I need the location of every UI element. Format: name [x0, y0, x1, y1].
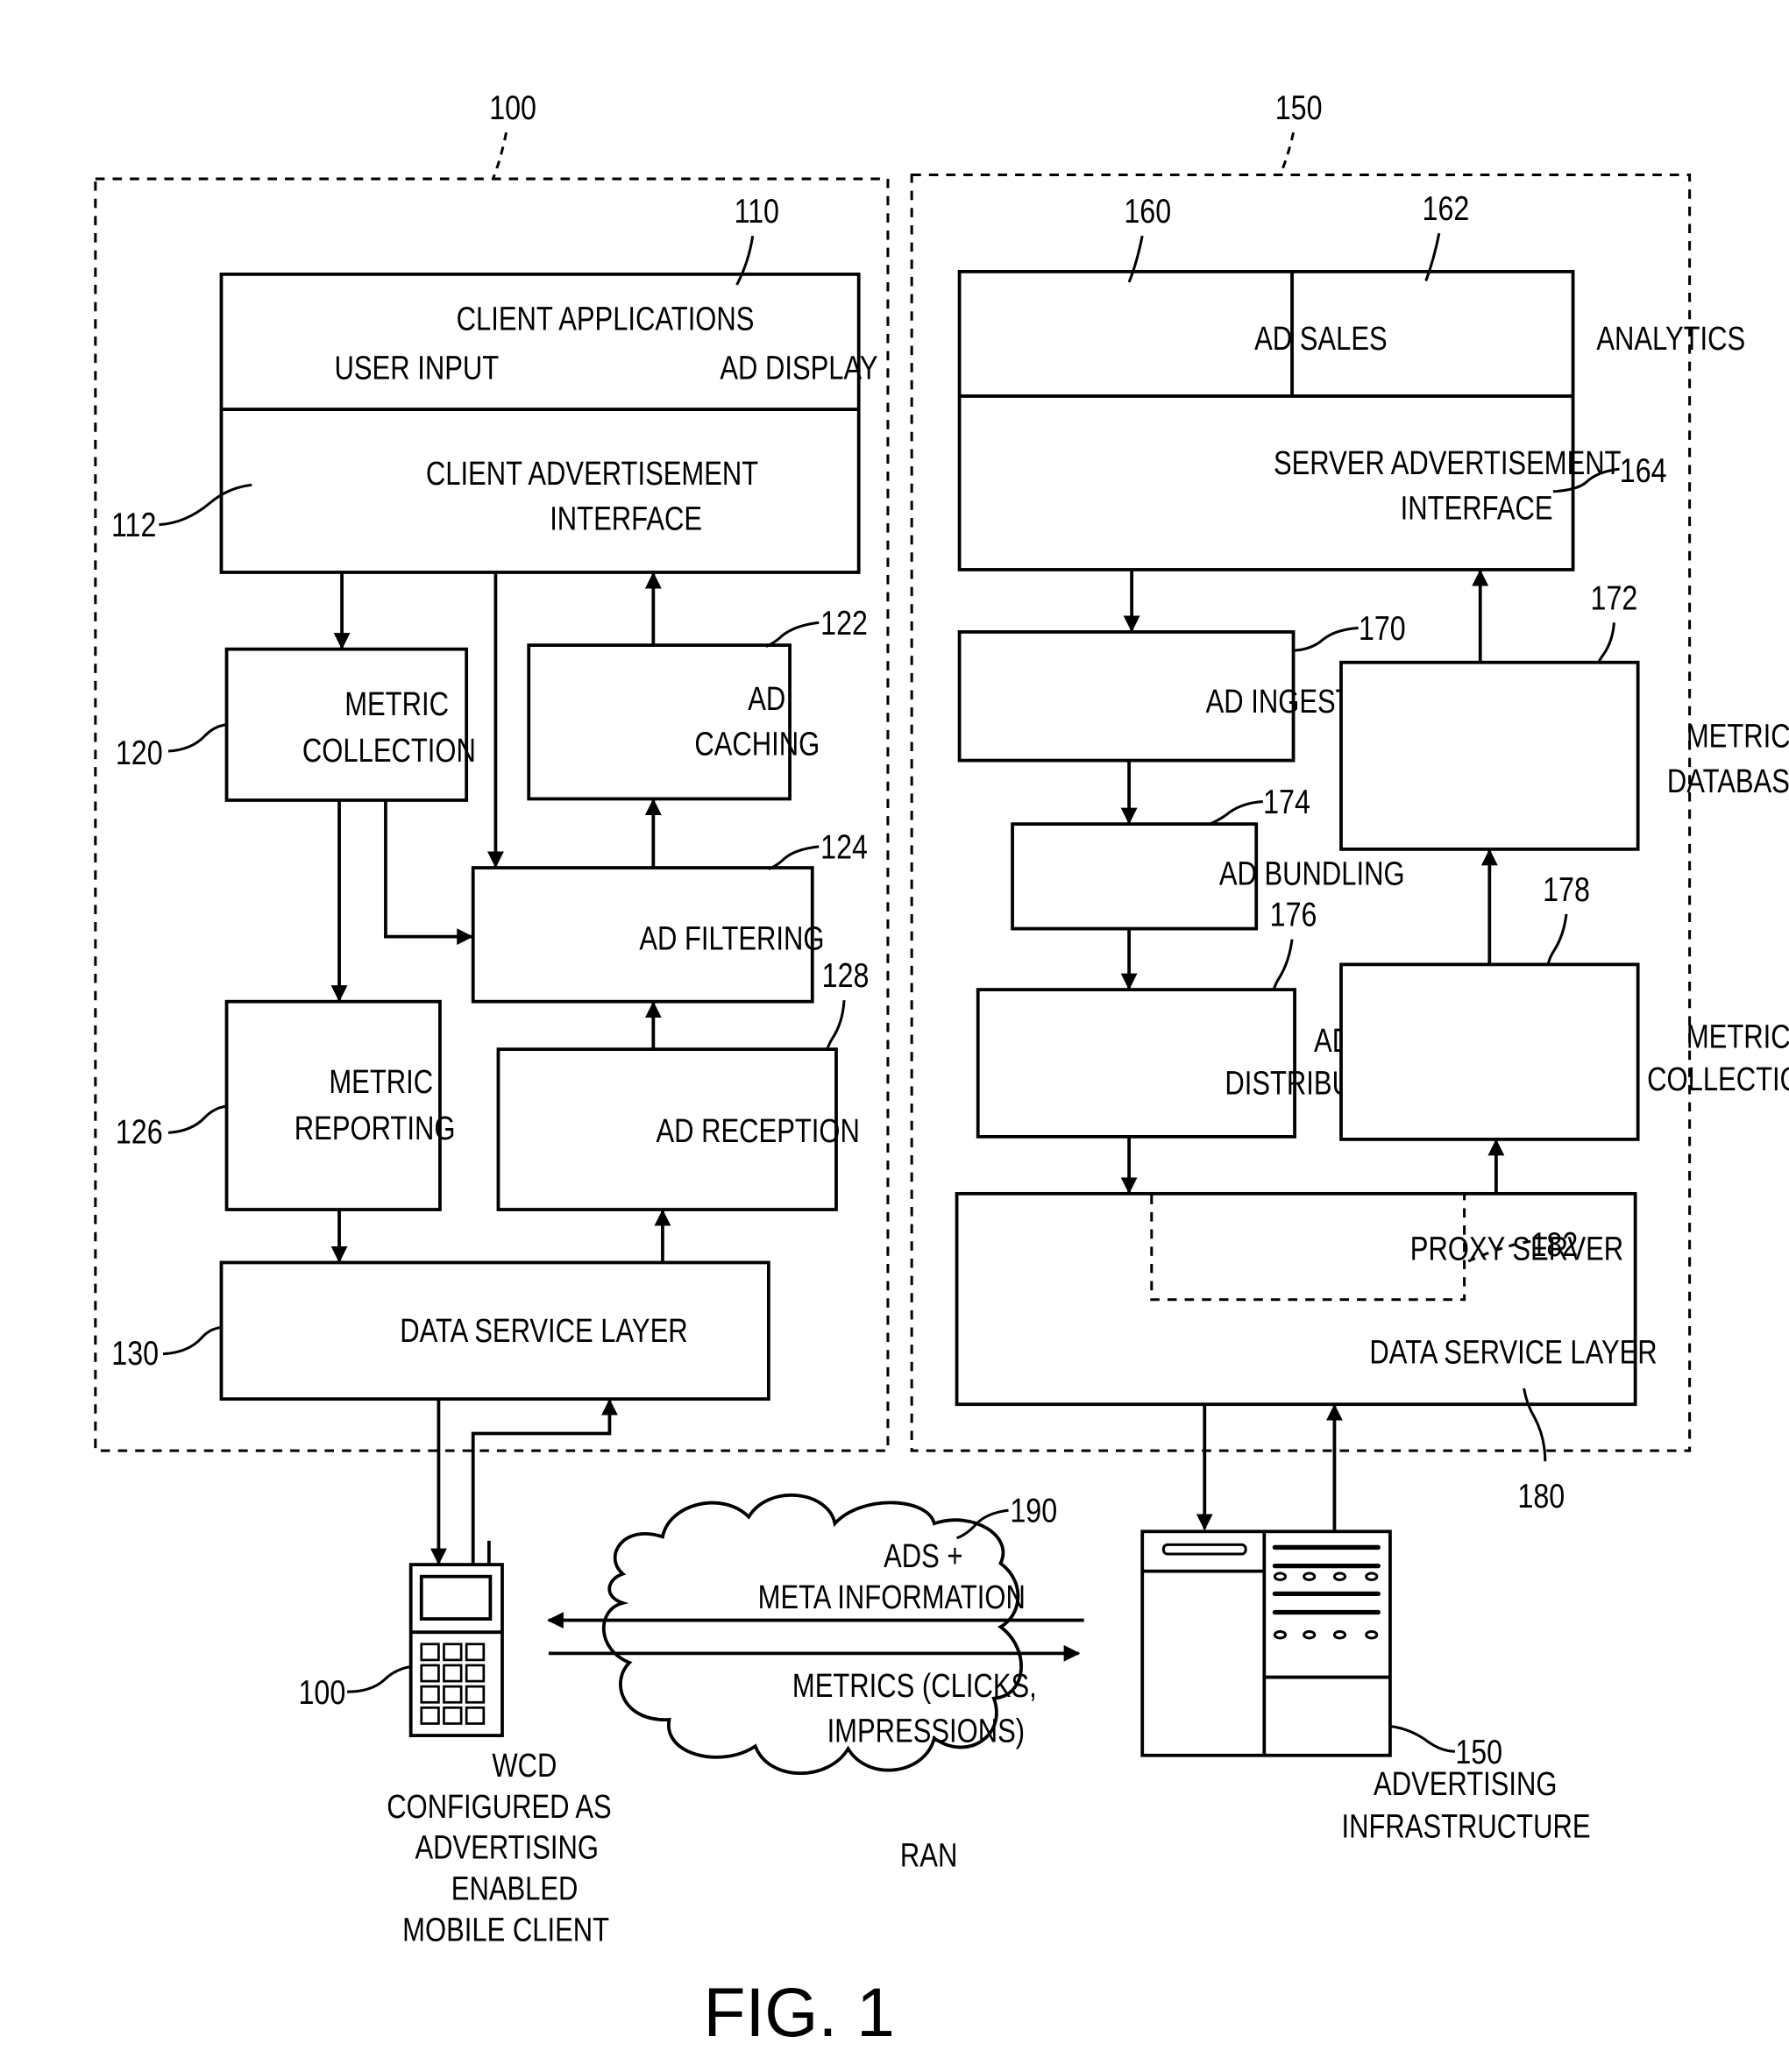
mobile-client-caption-3: ADVERTISING: [415, 1830, 598, 1867]
client-system-ref: 100: [489, 88, 536, 127]
server-ad-interface-line2: INTERFACE: [1401, 491, 1553, 528]
client-system-leader: [492, 131, 508, 180]
mobile-client-caption-5: MOBILE CLIENT: [402, 1912, 609, 1949]
proxy-server-label: PROXY SERVER: [1410, 1231, 1623, 1268]
ad-caching-leader: [765, 621, 820, 649]
client-ad-interface-line1: CLIENT ADVERTISEMENT: [426, 456, 758, 493]
client-data-service-layer-ref: 130: [111, 1333, 159, 1373]
ad-reception-label: AD RECEPTION: [656, 1113, 859, 1150]
figure-caption: FIG. 1: [703, 1974, 894, 2051]
analytics-ref: 162: [1423, 188, 1470, 228]
mobile-client-leader: [347, 1664, 411, 1693]
ad-bundling-label: AD BUNDLING: [1219, 856, 1405, 893]
downlink-label-2: META INFORMATION: [758, 1579, 1026, 1616]
uplink-label-2: IMPRESSIONS): [827, 1714, 1026, 1750]
metric-database-line2: DATABASE: [1667, 763, 1789, 800]
ran-ref: 190: [1010, 1491, 1057, 1530]
metric-collection-box[interactable]: [224, 647, 469, 802]
infrastructure-caption-1: ADVERTISING: [1374, 1766, 1557, 1803]
client-applications-ref: 110: [735, 191, 779, 231]
arrow-phone-to-data-layer: [471, 1398, 618, 1564]
client-data-service-layer-label: DATA SERVICE LAYER: [400, 1313, 687, 1350]
ad-distribution-ref: 176: [1270, 894, 1317, 933]
infrastructure-caption-2: INFRASTRUCTURE: [1342, 1809, 1591, 1846]
metric-collection-line2: COLLECTION: [302, 733, 476, 770]
analytics-label: ANALYTICS: [1596, 321, 1745, 358]
client-applications-title: CLIENT APPLICATIONS: [457, 302, 755, 338]
server-metric-collection-box[interactable]: [1339, 962, 1640, 1141]
mobile-client-caption-1: WCD: [492, 1748, 557, 1785]
server-system-group: 150 AD SALES ANALYTICS SERVER ADVERTISEM…: [910, 88, 1789, 1531]
metric-database-line1: METRIC: [1686, 719, 1789, 756]
metric-database-ref: 172: [1591, 578, 1638, 617]
ad-distribution-leader: [1272, 939, 1294, 991]
client-data-service-layer-leader: [162, 1326, 222, 1356]
metric-database-leader: [1596, 622, 1615, 664]
server-ad-interface-ref: 164: [1620, 451, 1667, 490]
ad-bundling-ref: 174: [1263, 782, 1310, 821]
patent-figure: 100 CLIENT APPLICATIONS USER INPUT AD DI…: [94, 88, 1789, 2051]
arrow-metric-collection-to-ad-filtering: [384, 799, 474, 946]
ad-caching-line2: CACHING: [694, 727, 820, 763]
metric-collection-ref: 120: [116, 733, 163, 772]
ad-caching-box[interactable]: [527, 643, 792, 801]
ad-sales-ref: 160: [1124, 191, 1171, 231]
ad-sales-label: AD SALES: [1254, 321, 1388, 358]
ad-caching-line1: AD: [748, 681, 785, 718]
server-ad-interface-line1: SERVER ADVERTISEMENT: [1274, 445, 1622, 482]
client-ad-interface-line2: INTERFACE: [550, 501, 702, 538]
ad-filtering-ref: 124: [820, 827, 868, 866]
server-data-service-layer-label: DATA SERVICE LAYER: [1369, 1335, 1657, 1372]
uplink-label-1: METRICS (CLICKS,: [792, 1668, 1037, 1705]
metric-reporting-ref: 126: [116, 1111, 163, 1151]
server-metric-collection-line1: METRIC: [1686, 1019, 1789, 1056]
ad-reception-ref: 128: [822, 955, 870, 995]
proxy-server-ref: 182: [1531, 1224, 1579, 1264]
ad-sales-box[interactable]: [962, 274, 1291, 395]
ran-label: RAN: [900, 1838, 957, 1875]
downlink-label-1: ADS +: [884, 1538, 962, 1575]
ad-filtering-leader: [768, 845, 820, 870]
server-data-service-layer-ref: 180: [1517, 1476, 1565, 1515]
ad-reception-leader: [825, 1000, 846, 1052]
ad-bundling-leader: [1209, 799, 1263, 826]
server-metric-collection-line2: COLLECTION: [1647, 1061, 1789, 1098]
ad-caching-ref: 122: [820, 603, 868, 642]
user-input-label: USER INPUT: [335, 350, 500, 387]
client-ad-interface-ref: 112: [111, 505, 156, 544]
metric-reporting-box[interactable]: [224, 999, 442, 1211]
ad-distribution-box[interactable]: [976, 988, 1296, 1139]
metric-database-box[interactable]: [1339, 660, 1640, 851]
server-metric-collection-leader: [1546, 913, 1568, 967]
metric-collection-leader: [167, 723, 227, 753]
metric-reporting-line2: REPORTING: [295, 1111, 456, 1147]
server-rack-icon: [1140, 1529, 1392, 1757]
infrastructure-leader: [1389, 1724, 1456, 1753]
server-system-leader: [1279, 131, 1296, 176]
ad-ingestion-ref: 170: [1359, 608, 1406, 648]
mobile-phone-icon: [408, 1540, 504, 1737]
metric-reporting-line1: METRIC: [329, 1064, 433, 1101]
mobile-client-ref: 100: [298, 1672, 345, 1712]
ad-filtering-label: AD FILTERING: [639, 921, 824, 958]
ad-ingestion-leader: [1294, 626, 1359, 652]
client-system-group: 100 CLIENT APPLICATIONS USER INPUT AD DI…: [94, 88, 890, 1565]
infrastructure-ref: 150: [1455, 1732, 1502, 1771]
ad-display-label: AD DISPLAY: [720, 350, 877, 387]
mobile-client-caption-2: CONFIGURED AS: [387, 1789, 612, 1826]
metric-collection-line1: METRIC: [344, 686, 449, 723]
mobile-client-caption-4: ENABLED: [451, 1871, 579, 1908]
server-system-ref: 150: [1275, 88, 1323, 127]
server-metric-collection-ref: 178: [1543, 869, 1590, 909]
metric-reporting-leader: [167, 1104, 227, 1134]
